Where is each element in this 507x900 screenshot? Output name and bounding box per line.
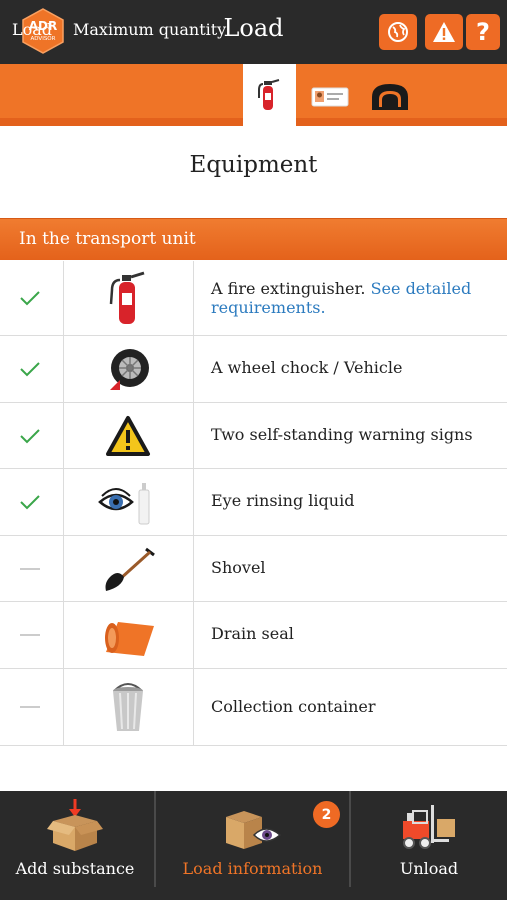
equipment-label: Drain seal [211,624,294,643]
equipment-label: Collection container [211,697,376,716]
column-divider [193,403,194,468]
column-divider [193,469,194,535]
equipment-row: Eye rinsing liquid [0,469,507,536]
equipment-row: Two self-standing warning signs [0,403,507,469]
column-divider [63,602,64,668]
transport-unit-header: In the transport unit [0,218,507,260]
dash-icon [20,706,40,708]
column-divider [63,669,64,745]
wheel-chock-icon [110,349,149,390]
column-divider [63,536,64,601]
equipment-text: A fire extinguisher. [211,279,366,298]
shovel-icon [105,547,155,591]
fire-extinguisher-icon [258,79,280,110]
load-information-label: Load information [182,859,323,878]
equipment-row: A wheel chock / Vehicle [0,336,507,403]
equipment-label: Shovel [211,558,266,577]
add-substance-button[interactable]: Add substance [0,791,154,900]
help-button[interactable]: ? [466,14,500,50]
column-divider [63,403,64,468]
equipment-row: Collection container [0,669,507,746]
add-box-icon [47,799,103,851]
fire-extinguisher-icon [109,271,145,324]
dash-icon [20,568,40,570]
equipment-row: Shovel [0,536,507,602]
eye-rinse-icon [98,483,150,525]
forklift-icon [403,805,455,849]
column-divider [63,261,64,335]
column-divider [63,469,64,535]
section-title: Equipment [189,152,318,178]
column-divider [193,669,194,745]
equipment-label: A wheel chock / Vehicle [211,358,403,377]
language-button[interactable] [379,14,417,50]
id-card-icon[interactable] [310,86,350,108]
equipment-label: A fire extinguisher. See detailed requir… [211,279,491,317]
warning-button[interactable] [425,14,463,50]
check-icon [20,495,40,510]
tab-load[interactable]: Load [12,20,52,39]
check-icon [20,291,40,306]
tunnel-icon[interactable] [370,81,410,111]
equipment-row: Drain seal [0,602,507,669]
box-eye-icon [226,811,282,849]
column-divider [63,336,64,402]
unload-button[interactable]: Unload [351,791,507,900]
check-icon [20,429,40,444]
add-substance-label: Add substance [15,859,135,878]
column-divider [193,261,194,335]
column-divider [193,536,194,601]
tab-maximum-quantity[interactable]: Maximum quantity [73,20,226,39]
globe-icon [388,22,408,42]
warning-icon [433,22,455,42]
dash-icon [20,634,40,636]
column-divider [193,336,194,402]
equipment-label: Eye rinsing liquid [211,491,355,510]
bucket-icon [113,683,143,731]
drain-seal-icon [105,622,154,656]
equipment-row: A fire extinguisher. See detailed requir… [0,261,507,336]
bottom-navigation: Add substance Load information Unload [0,791,507,900]
column-divider [193,602,194,668]
notification-badge: 2 [313,801,340,828]
warning-sign-icon [106,416,150,456]
help-label: ? [476,18,490,46]
transport-unit-header-label: In the transport unit [19,229,196,249]
equipment-label: Two self-standing warning signs [211,425,473,444]
unload-label: Unload [399,859,459,878]
check-icon [20,362,40,377]
